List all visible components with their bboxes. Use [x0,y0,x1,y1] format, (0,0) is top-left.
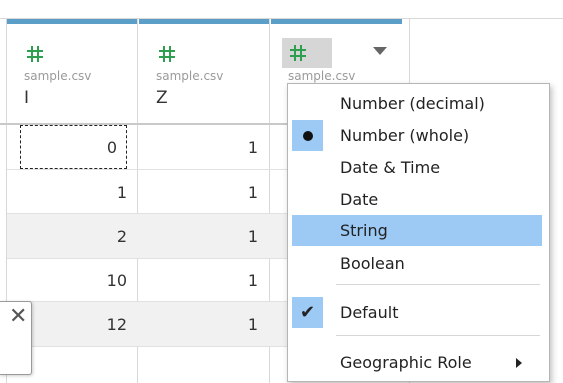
menu-item-label: Default [340,303,399,322]
menu-item-number-whole[interactable]: Number (whole) [292,120,542,151]
menu-item-label: Number (decimal) [340,94,485,113]
number-type-icon[interactable] [24,43,46,65]
table-cell[interactable]: 1 [138,302,268,346]
data-type-menu: Number (decimal) Number (whole) Date & T… [287,83,550,382]
checkmark-icon: ✔ [299,302,316,323]
table-cell[interactable]: 1 [138,125,268,169]
column-header-z[interactable]: sample.csv Z [139,19,270,123]
table-cell[interactable]: 1 [138,258,268,302]
number-type-icon[interactable] [156,43,178,65]
column-accent-bar [139,19,270,24]
menu-item-label: Date [340,190,379,209]
radio-dot-icon [302,130,313,141]
menu-item-number-decimal[interactable]: Number (decimal) [292,88,542,119]
table-cell[interactable]: 1 [138,170,268,214]
column-dropdown-icon[interactable] [373,47,387,55]
menu-separator [336,335,540,336]
menu-item-geographic-role[interactable]: Geographic Role [292,347,542,378]
menu-item-label: Date & Time [340,158,441,177]
menu-separator [336,284,540,285]
menu-item-default[interactable]: ✔ Default [292,297,542,328]
column-source: sample.csv [288,69,356,83]
table-cell[interactable]: 0 [20,125,127,169]
column-accent-bar [271,19,402,24]
menu-item-date-time[interactable]: Date & Time [292,152,542,183]
menu-item-label: Geographic Role [340,353,472,372]
table-cell[interactable]: 2 [7,214,137,258]
number-type-icon[interactable] [282,38,332,68]
column-accent-bar [7,19,138,24]
table-cell[interactable]: 10 [7,258,137,302]
table-cell[interactable]: 1 [7,170,137,214]
selected-indicator [292,120,323,151]
menu-item-date[interactable]: Date [292,184,542,215]
column-header-i[interactable]: sample.csv I [7,19,138,123]
selected-indicator: ✔ [292,297,323,328]
menu-item-label: Boolean [340,254,405,273]
column-source: sample.csv [156,69,224,83]
column-name[interactable]: Z [156,88,168,108]
menu-item-boolean[interactable]: Boolean [292,248,542,279]
side-popup: ✕ [0,301,32,375]
submenu-arrow-icon [516,357,522,368]
table-cell[interactable]: 1 [138,214,268,258]
menu-item-label: Number (whole) [340,126,470,145]
close-icon[interactable]: ✕ [9,306,27,328]
column-name[interactable]: I [24,88,29,108]
menu-item-label: String [340,221,388,240]
menu-item-string[interactable]: String [292,215,542,246]
column-source: sample.csv [24,69,92,83]
